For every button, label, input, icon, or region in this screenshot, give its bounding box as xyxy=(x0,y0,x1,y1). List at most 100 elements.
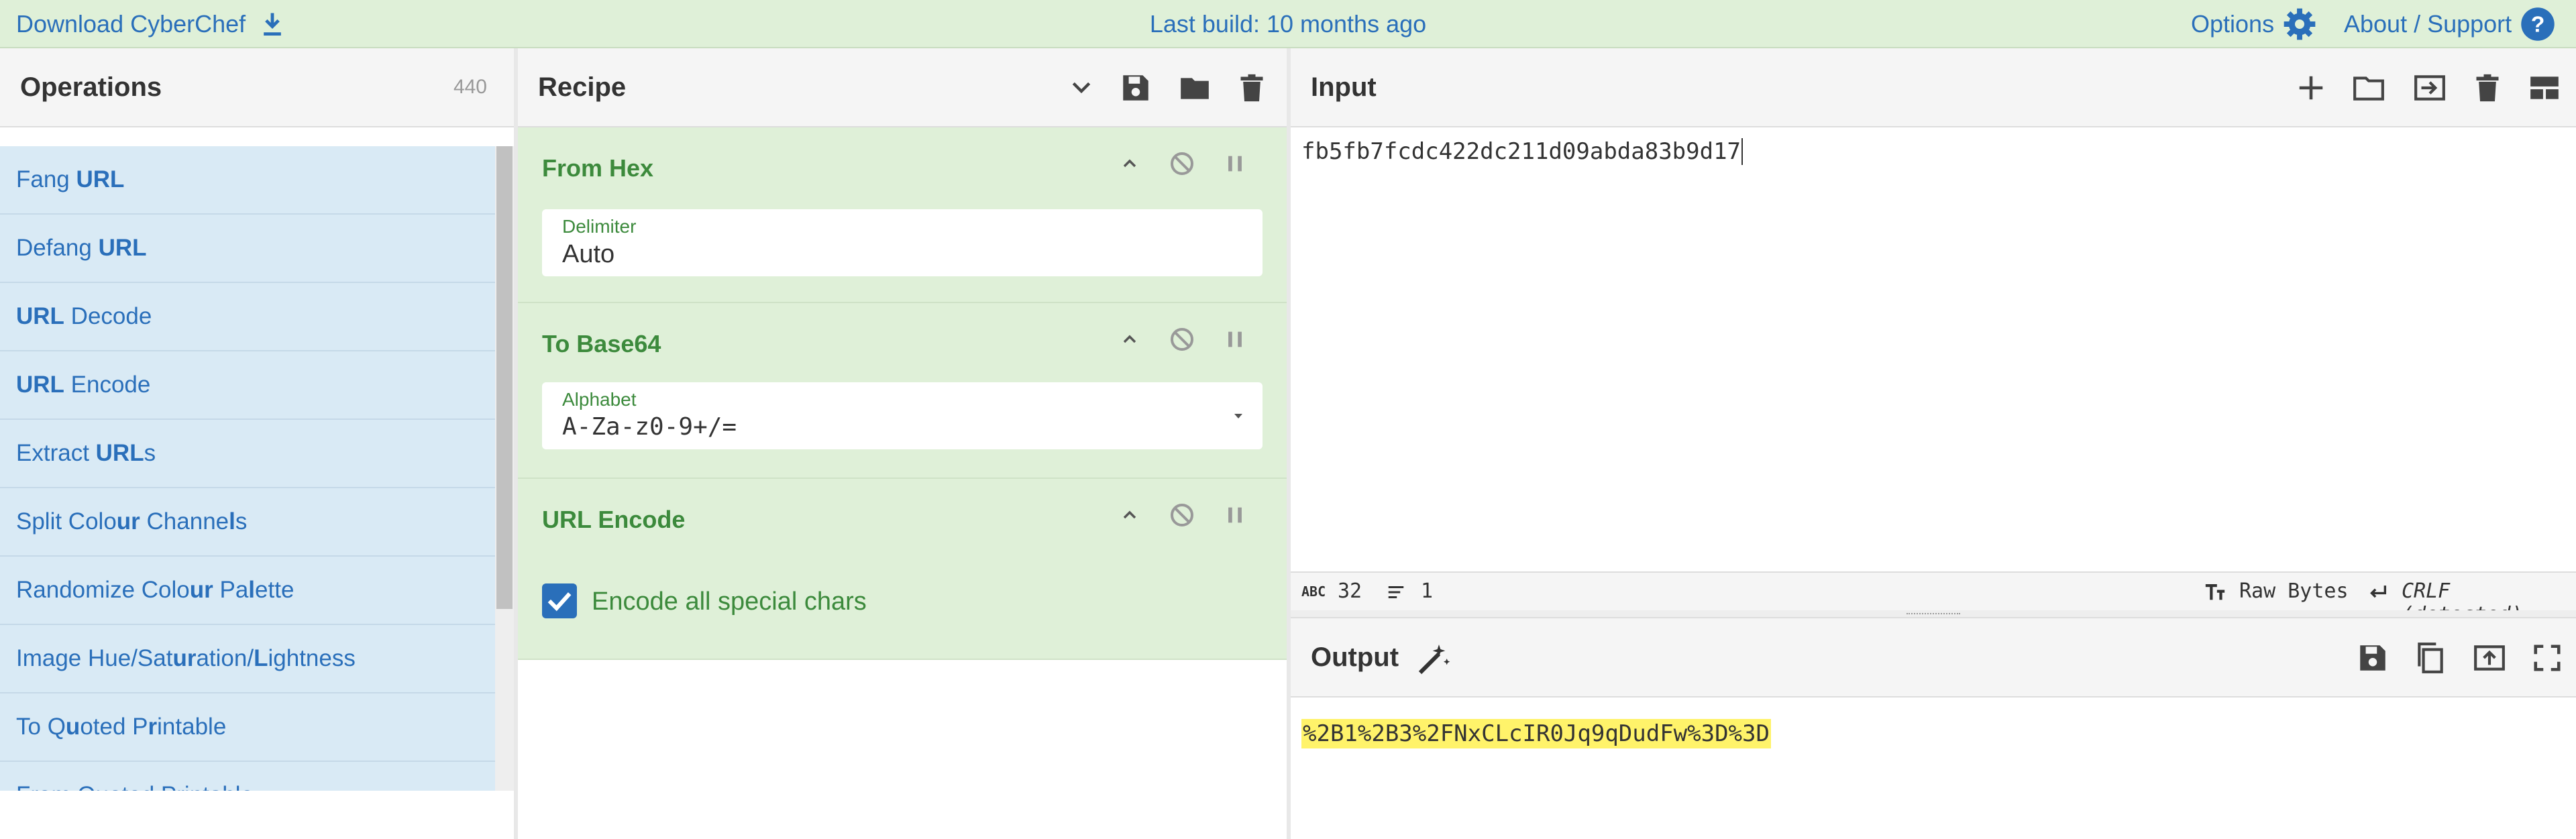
chevron-down-icon[interactable] xyxy=(1068,74,1095,101)
recipe-op-from-hex: From Hex Delimiter Auto xyxy=(518,127,1287,303)
operation-list-item[interactable]: Defang URL xyxy=(0,215,495,283)
gear-icon xyxy=(2284,8,2316,40)
open-folder-icon[interactable] xyxy=(2351,71,2387,105)
item-text: ightness xyxy=(268,645,356,671)
save-icon[interactable] xyxy=(1119,71,1152,105)
lines-icon xyxy=(1388,586,1404,598)
input-title: Input xyxy=(1311,72,1377,102)
collapse-icon[interactable] xyxy=(1119,329,1140,350)
splitter-grip xyxy=(1907,613,1960,616)
operation-list-item[interactable]: URL Encode xyxy=(0,351,495,420)
checkmark-icon xyxy=(547,592,572,612)
operation-list-item[interactable]: Extract URL s xyxy=(0,420,495,488)
scrollbar-thumb[interactable] xyxy=(496,146,513,609)
trash-icon[interactable] xyxy=(2473,71,2502,105)
item-text: Image Hue/Sat xyxy=(16,645,173,671)
operation-list-item[interactable]: Fang URL xyxy=(0,146,495,215)
input-textarea[interactable]: fb5fb7fcdc422dc211d09abda83b9d17 xyxy=(1301,138,1743,165)
item-text: Fang xyxy=(16,166,76,192)
pause-icon[interactable] xyxy=(1224,504,1246,526)
help-icon: ? xyxy=(2521,7,2555,41)
field-value: A-Za-z0-9+/= xyxy=(562,413,737,441)
collapse-icon[interactable] xyxy=(1119,504,1140,526)
save-output-icon[interactable] xyxy=(2356,641,2390,675)
trash-icon[interactable] xyxy=(1237,71,1267,105)
recipe-pane: Recipe From Hex Delimiter Auto To Base64 xyxy=(518,48,1287,839)
folder-icon[interactable] xyxy=(1177,71,1213,105)
output-textarea[interactable]: %2B1%2B3%2FNxCLcIR0Jq9qDudFw%3D%3D xyxy=(1301,719,1771,748)
eol-icon[interactable] xyxy=(2365,581,2390,604)
operation-list-item[interactable]: Split Colo ur Channe l s xyxy=(0,488,495,557)
match-highlight: l xyxy=(248,577,256,603)
match-highlight: ur xyxy=(189,577,213,603)
item-text: intable xyxy=(157,714,227,740)
match-highlight: URL xyxy=(16,372,64,398)
item-text: Channe xyxy=(140,508,229,535)
dropdown-caret-icon[interactable] xyxy=(1230,408,1246,424)
about-label: About / Support xyxy=(2344,10,2512,38)
recipe-op-to-base64: To Base64 Alphabet A-Za-z0-9+/= xyxy=(518,303,1287,479)
field-value: Auto xyxy=(562,240,615,268)
magic-wand-icon[interactable] xyxy=(1415,640,1453,677)
item-text: Pa xyxy=(213,577,249,603)
collapse-icon[interactable] xyxy=(1119,153,1140,174)
item-text: Encode xyxy=(64,372,151,398)
item-text: Randomize Colo xyxy=(16,577,190,603)
open-file-icon[interactable] xyxy=(2411,71,2449,105)
replace-input-icon[interactable] xyxy=(2471,641,2508,675)
item-text: ette xyxy=(255,577,294,603)
pause-icon[interactable] xyxy=(1224,328,1246,351)
input-value: fb5fb7fcdc422dc211d09abda83b9d17 xyxy=(1301,138,1741,165)
line-count: 1 xyxy=(1421,579,1434,603)
operations-scrollbar[interactable] xyxy=(495,146,514,791)
recipe-header: Recipe xyxy=(518,48,1287,127)
match-highlight: u xyxy=(65,714,80,740)
recipe-op-url-encode: URL Encode Encode all special chars xyxy=(518,479,1287,660)
about-support-link[interactable]: About / Support ? xyxy=(2344,0,2556,48)
output-value: %2B1%2B3%2FNxCLcIR0Jq9qDudFw%3D%3D xyxy=(1303,720,1770,747)
item-text: Extract xyxy=(16,440,96,466)
copy-icon[interactable] xyxy=(2414,640,2447,676)
output-header: Output xyxy=(1291,618,2576,697)
operation-list-item[interactable]: URL Decode xyxy=(0,283,495,351)
add-tab-icon[interactable] xyxy=(2296,72,2326,103)
item-text: oted P xyxy=(80,714,148,740)
disable-icon[interactable] xyxy=(1169,150,1195,177)
match-highlight: URL xyxy=(98,235,147,261)
alphabet-select[interactable]: Alphabet A-Za-z0-9+/= xyxy=(542,382,1263,449)
match-highlight: URL xyxy=(95,440,144,466)
match-highlight: ur xyxy=(172,645,197,671)
input-header: Input xyxy=(1291,48,2576,127)
match-highlight: L xyxy=(254,645,268,671)
char-count: 32 xyxy=(1338,579,1362,603)
operation-list-item[interactable]: Image Hue/Sat ur ation/Lightness xyxy=(0,625,495,693)
output-title: Output xyxy=(1311,642,1399,672)
maximize-icon[interactable] xyxy=(2532,642,2563,673)
disable-icon[interactable] xyxy=(1169,502,1195,528)
io-splitter[interactable] xyxy=(1291,610,2576,618)
io-pane: Input fb5fb7fcdc422dc211d09abda83b9d17 A… xyxy=(1291,48,2576,839)
match-highlight: URL xyxy=(76,166,125,192)
field-label: Delimiter xyxy=(562,216,637,237)
op-title: From Hex xyxy=(542,154,654,182)
encoding-label[interactable]: Raw Bytes xyxy=(2239,579,2349,603)
item-text: s xyxy=(144,440,156,466)
text-encoding-icon[interactable] xyxy=(2203,581,2227,604)
options-label: Options xyxy=(2191,10,2275,38)
item-text: Decode xyxy=(64,303,152,329)
pause-icon[interactable] xyxy=(1224,152,1246,175)
operation-list-item[interactable]: Randomize Colo ur Pa l ette xyxy=(0,557,495,625)
operations-header: Operations 440 xyxy=(0,48,514,127)
delimiter-field[interactable]: Delimiter Auto xyxy=(542,209,1263,276)
operations-count: 440 xyxy=(453,76,487,98)
checkbox-label: Encode all special chars xyxy=(592,588,867,616)
operation-list-item[interactable]: To Qu oted Pr intable xyxy=(0,693,495,762)
layout-icon[interactable] xyxy=(2526,71,2563,105)
item-text: Defang xyxy=(16,235,99,261)
operation-list-item[interactable]: From Quoted Printable xyxy=(0,762,495,791)
match-highlight: r xyxy=(148,714,158,740)
op-title: To Base64 xyxy=(542,330,661,357)
disable-icon[interactable] xyxy=(1169,326,1195,353)
options-button[interactable]: Options xyxy=(2191,0,2318,48)
encode-all-checkbox[interactable] xyxy=(542,583,577,618)
